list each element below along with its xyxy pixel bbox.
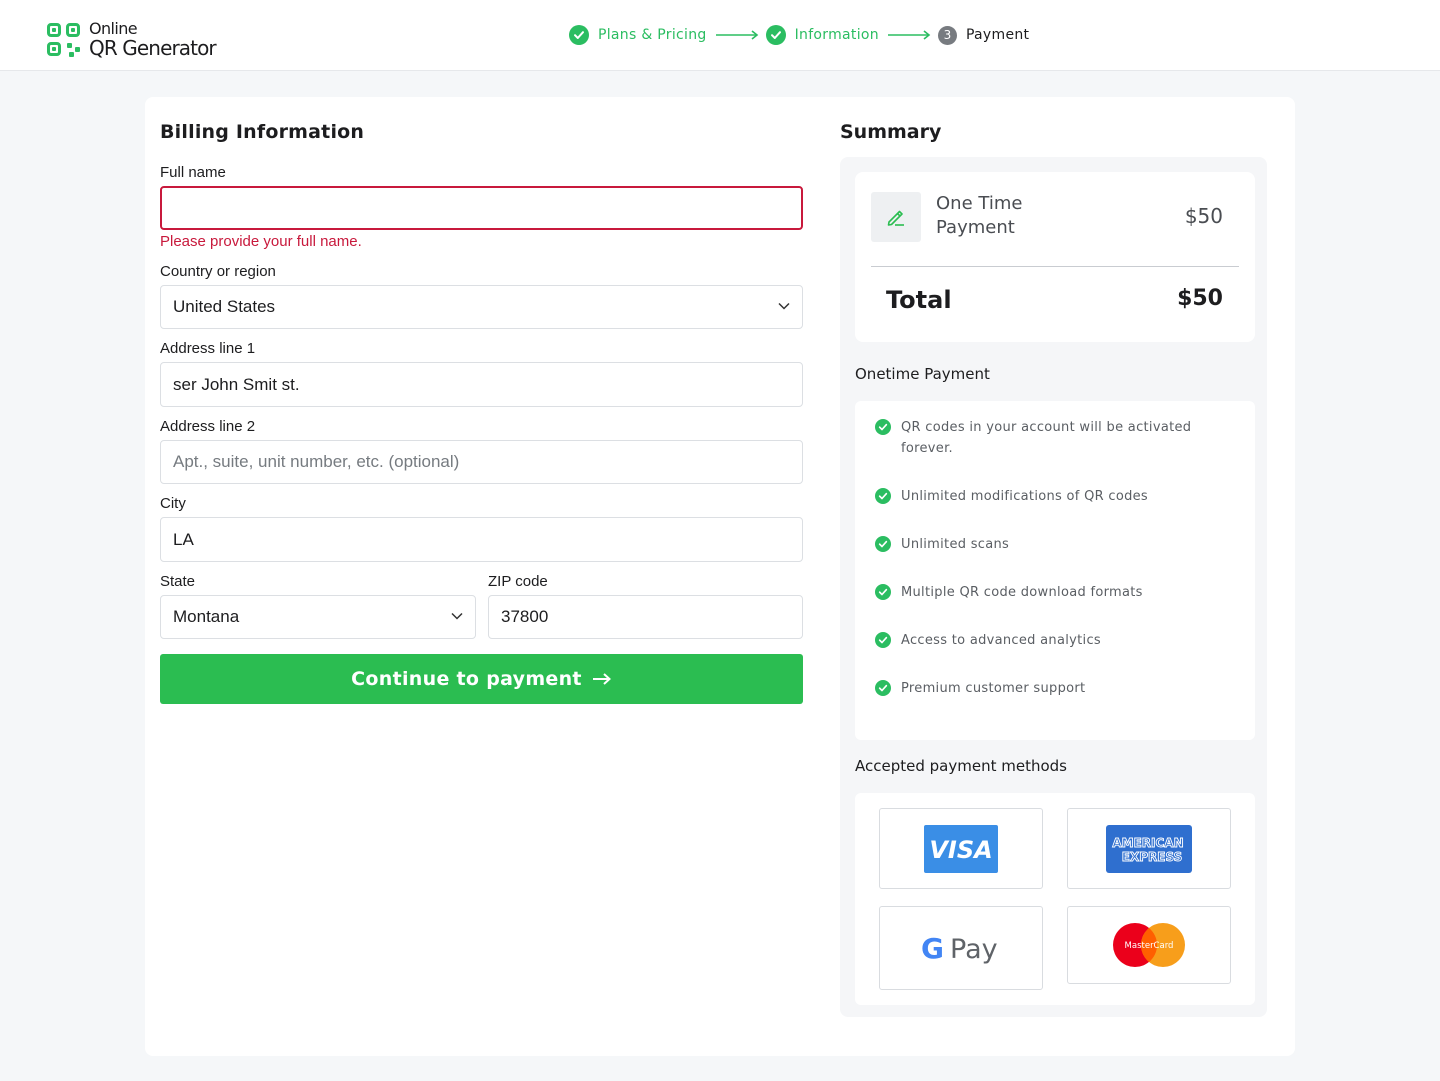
plan-price: $50	[1184, 204, 1223, 228]
city-input[interactable]: LA	[160, 517, 803, 562]
total-value: $50	[1177, 286, 1223, 311]
feature-text: Unlimited modifications of QR codes	[901, 489, 1149, 504]
step-label: Payment	[965, 27, 1030, 43]
check-icon	[875, 488, 891, 504]
google-pay-logo-icon: G Pay	[921, 932, 998, 965]
arrow-right-icon	[887, 30, 931, 40]
check-icon	[875, 680, 891, 696]
feature-item: Access to advanced analytics	[875, 630, 1215, 651]
country-value: United States	[173, 297, 276, 316]
visa-card: VISA	[879, 808, 1043, 889]
payment-methods-heading: Accepted payment methods	[855, 757, 1067, 775]
chevron-down-icon	[778, 302, 790, 310]
total-label: Total	[886, 286, 952, 314]
qr-logo-icon	[47, 22, 81, 57]
check-icon	[875, 419, 891, 435]
amex-logo-icon: AMERICAN EXPRESS	[1106, 824, 1192, 873]
step-number: 3	[937, 25, 957, 45]
state-value: Montana	[173, 607, 240, 626]
address1-input[interactable]: ser John Smit st.	[160, 362, 803, 407]
visa-wordmark: VISA	[929, 836, 992, 864]
full-name-label: Full name	[160, 164, 226, 181]
step-label: Information	[794, 27, 879, 43]
continue-button-label: Continue to payment	[351, 668, 582, 690]
plan-name: One Time Payment	[936, 193, 1023, 238]
feature-item: Unlimited scans	[875, 534, 1215, 555]
pencil-icon	[871, 192, 921, 242]
address2-placeholder: Apt., suite, unit number, etc. (optional…	[173, 452, 460, 471]
country-label: Country or region	[160, 263, 276, 280]
feature-text: Unlimited scans	[901, 537, 1010, 552]
full-name-error: Please provide your full name.	[160, 233, 362, 250]
mastercard-logo-icon: MasterCard	[1113, 923, 1185, 967]
features-heading: Onetime Payment	[855, 365, 990, 383]
feature-text: Multiple QR code download formats	[901, 585, 1143, 600]
step-payment: 3 Payment	[937, 25, 1030, 45]
site-logo[interactable]: Online QR Generator	[47, 19, 217, 60]
divider	[871, 266, 1239, 267]
google-g: G	[921, 932, 944, 965]
feature-item: Multiple QR code download formats	[875, 582, 1215, 603]
arrow-right-icon	[592, 673, 611, 685]
full-name-input[interactable]	[160, 186, 803, 230]
step-label: Plans & Pricing	[598, 27, 707, 43]
amex-wordmark-line2: EXPRESS	[1122, 850, 1182, 864]
zip-label: ZIP code	[488, 573, 548, 590]
check-icon	[875, 536, 891, 552]
feature-text: Premium customer support	[901, 681, 1086, 696]
state-select[interactable]: Montana	[160, 595, 476, 639]
feature-text: QR codes in your account will be activat…	[901, 420, 1192, 456]
country-select[interactable]: United States	[160, 285, 803, 329]
feature-item: Premium customer support	[875, 678, 1215, 699]
address1-value: ser John Smit st.	[173, 374, 300, 394]
zip-value: 37800	[501, 607, 549, 626]
check-icon	[875, 584, 891, 600]
mastercard-card: MasterCard	[1067, 906, 1231, 984]
check-icon	[765, 25, 786, 45]
zip-input[interactable]: 37800	[488, 595, 803, 639]
billing-title: Billing Information	[160, 121, 365, 143]
google-pay-word: Pay	[950, 934, 998, 965]
check-icon	[875, 632, 891, 648]
top-header: Online QR Generator Plans & Pricing Info…	[0, 0, 1440, 71]
amex-card: AMERICAN EXPRESS	[1067, 808, 1231, 889]
city-value: LA	[173, 529, 194, 549]
chevron-down-icon	[451, 612, 463, 620]
step-plans-pricing[interactable]: Plans & Pricing	[569, 25, 707, 45]
checkout-stepper: Plans & Pricing Information 3 Payment	[569, 25, 1029, 45]
logo-text-line1: Online	[89, 19, 138, 38]
summary-title: Summary	[840, 121, 942, 143]
address2-input[interactable]: Apt., suite, unit number, etc. (optional…	[160, 440, 803, 484]
state-label: State	[160, 573, 196, 590]
mastercard-wordmark: MasterCard	[1125, 941, 1174, 951]
logo-text-line2: QR Generator	[89, 36, 217, 60]
address1-label: Address line 1	[160, 340, 256, 357]
feature-item: Unlimited modifications of QR codes	[875, 486, 1215, 507]
feature-text: Access to advanced analytics	[901, 633, 1101, 648]
arrow-right-icon	[715, 30, 758, 40]
visa-logo-icon: VISA	[924, 824, 998, 873]
step-information[interactable]: Information	[765, 25, 879, 45]
city-label: City	[160, 495, 186, 512]
google-pay-card: G Pay	[879, 906, 1043, 990]
check-icon	[569, 25, 589, 45]
amex-wordmark-line1: AMERICAN	[1112, 836, 1183, 850]
continue-to-payment-button[interactable]: Continue to payment	[160, 654, 803, 704]
address2-label: Address line 2	[160, 418, 256, 435]
feature-item: QR codes in your account will be activat…	[875, 417, 1215, 459]
